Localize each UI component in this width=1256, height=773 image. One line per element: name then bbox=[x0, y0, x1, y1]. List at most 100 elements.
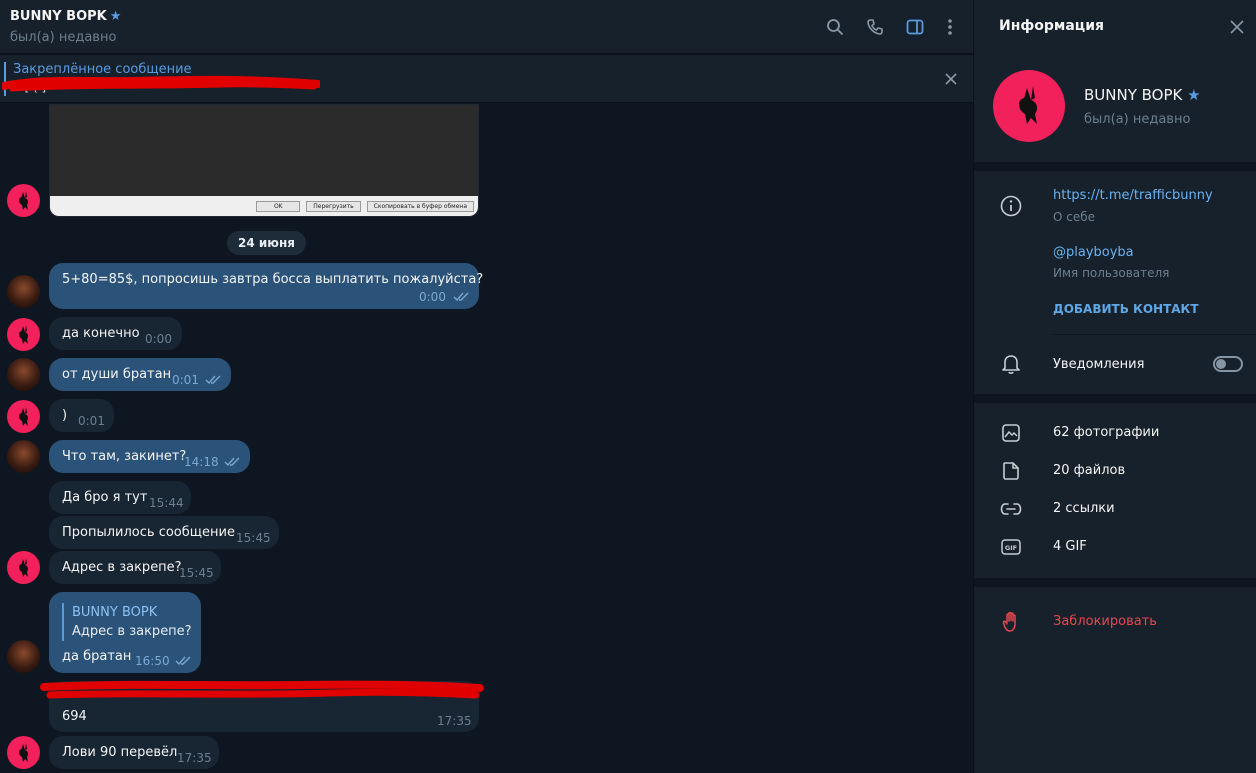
chat-status: был(а) недавно bbox=[10, 30, 117, 45]
hand-block-icon bbox=[999, 610, 1023, 634]
close-icon[interactable] bbox=[945, 70, 957, 89]
close-icon[interactable] bbox=[1230, 19, 1244, 38]
notifications-label: Уведомления bbox=[1053, 357, 1145, 372]
read-check-icon bbox=[175, 656, 191, 666]
redaction-scribble bbox=[2, 75, 320, 92]
profile-name: BUNNY BOPK ★ bbox=[1084, 86, 1201, 104]
message-text: от души братан bbox=[62, 367, 172, 382]
message-text: ) bbox=[62, 408, 68, 423]
message-time: 15:44 bbox=[149, 496, 184, 510]
avatar[interactable] bbox=[7, 736, 40, 769]
message-time: 16:50 bbox=[135, 654, 170, 668]
divider bbox=[974, 394, 1256, 403]
message-bubble[interactable]: 5+80=85$, попросишь завтра босса выплати… bbox=[49, 263, 483, 309]
message-bubble[interactable]: Да бро я тут 15:44 bbox=[49, 481, 191, 514]
read-check-icon bbox=[224, 457, 240, 467]
chat-header[interactable]: BUNNY BOPK ★ был(а) недавно bbox=[0, 0, 973, 54]
divider bbox=[974, 162, 1256, 171]
file-icon bbox=[999, 459, 1023, 483]
reply-preview[interactable]: Адрес в закрепе? bbox=[72, 624, 192, 639]
message-bubble[interactable]: BUNNY BOPK Адрес в закрепе? да братан 16… bbox=[49, 592, 201, 673]
username-link[interactable]: @playboyba bbox=[1053, 245, 1134, 260]
image-message[interactable]: OK Перегрузить Скопировать в буфер обмен… bbox=[49, 104, 479, 217]
profile-status: был(а) недавно bbox=[1084, 112, 1191, 127]
avatar[interactable] bbox=[7, 640, 40, 673]
message-time: 17:35 bbox=[177, 751, 212, 765]
message-time: 14:18 bbox=[184, 455, 219, 469]
premium-star-icon: ★ bbox=[1187, 86, 1201, 104]
avatar[interactable] bbox=[7, 400, 40, 433]
message-time: 15:45 bbox=[179, 566, 214, 580]
message-time: 15:45 bbox=[236, 531, 271, 545]
message-bubble[interactable]: Адрес в закрепе? 15:45 bbox=[49, 551, 221, 584]
bio-link[interactable]: https://t.me/trafficbunny bbox=[1053, 188, 1213, 203]
message-text: да конечно bbox=[62, 326, 140, 341]
message-text: 5+80=85$, попросишь завтра босса выплати… bbox=[62, 272, 484, 287]
gif-icon: GIF bbox=[999, 535, 1023, 559]
screenshot-reload: Перегрузить bbox=[306, 200, 361, 212]
premium-star-icon: ★ bbox=[109, 9, 122, 24]
message-text: Лови 90 перевёл bbox=[62, 745, 178, 760]
svg-text:GIF: GIF bbox=[1005, 544, 1017, 552]
screenshot-copy: Скопировать в буфер обмена bbox=[366, 200, 474, 212]
message-bubble[interactable]: ) 0:01 bbox=[49, 399, 114, 432]
avatar[interactable] bbox=[7, 275, 40, 308]
avatar[interactable] bbox=[7, 358, 40, 391]
photo-icon bbox=[999, 421, 1023, 445]
info-panel: Информация BUNNY BOPK ★ был(а) недавно h… bbox=[973, 0, 1256, 773]
message-bubble[interactable]: Пропылилось сообщение 15:45 bbox=[49, 516, 279, 549]
telegram-window: BUNNY BOPK ★ был(а) недавно Закреплённое … bbox=[0, 0, 1256, 773]
screenshot-dialog-buttons: OK Перегрузить Скопировать в буфер обмен… bbox=[50, 196, 478, 216]
message-text: да братан bbox=[62, 649, 132, 664]
message-text: Адрес в закрепе? bbox=[62, 560, 182, 575]
message-time: 0:01 bbox=[172, 373, 199, 387]
block-button[interactable]: Заблокировать bbox=[1053, 614, 1157, 629]
message-text: Да бро я тут bbox=[62, 490, 148, 505]
avatar[interactable] bbox=[7, 318, 40, 351]
avatar[interactable] bbox=[7, 440, 40, 473]
divider bbox=[1053, 334, 1256, 335]
message-bubble[interactable]: от души братан 0:01 bbox=[49, 358, 231, 391]
message-text: Что там, закинет? bbox=[62, 449, 187, 464]
reply-author[interactable]: BUNNY BOPK bbox=[72, 605, 157, 620]
link-icon bbox=[999, 497, 1023, 521]
search-icon[interactable] bbox=[825, 17, 845, 37]
username-label: Имя пользователя bbox=[1053, 266, 1170, 280]
reply-accent bbox=[62, 603, 64, 641]
media-gifs[interactable]: 4 GIF bbox=[1053, 539, 1087, 554]
read-check-icon bbox=[453, 292, 469, 302]
divider bbox=[974, 578, 1256, 587]
message-bubble[interactable]: да конечно 0:00 bbox=[49, 317, 182, 350]
message-list[interactable]: OK Перегрузить Скопировать в буфер обмен… bbox=[0, 104, 973, 773]
profile-avatar[interactable] bbox=[993, 70, 1065, 142]
chat-title[interactable]: BUNNY BOPK ★ bbox=[10, 9, 121, 24]
phone-icon[interactable] bbox=[865, 17, 885, 37]
date-separator: 24 июня bbox=[227, 231, 306, 255]
read-check-icon bbox=[205, 375, 221, 385]
add-contact-button[interactable]: ДОБАВИТЬ КОНТАКТ bbox=[1053, 302, 1199, 316]
avatar[interactable] bbox=[7, 551, 40, 584]
more-icon[interactable] bbox=[940, 17, 960, 37]
info-title: Информация bbox=[999, 18, 1104, 34]
bio-label: О себе bbox=[1053, 210, 1096, 224]
message-text: 694 bbox=[62, 709, 87, 724]
media-photos[interactable]: 62 фотографии bbox=[1053, 425, 1159, 440]
media-links[interactable]: 2 ссылки bbox=[1053, 501, 1115, 516]
message-time: 17:35 bbox=[437, 714, 472, 728]
screenshot-ok: OK bbox=[256, 200, 301, 212]
message-time: 0:01 bbox=[78, 414, 105, 428]
sidebar-toggle-icon[interactable] bbox=[905, 17, 925, 37]
message-bubble[interactable]: Лови 90 перевёл 17:35 bbox=[49, 736, 219, 769]
message-bubble[interactable]: Что там, закинет? 14:18 bbox=[49, 440, 250, 473]
message-time: 0:00 bbox=[145, 332, 172, 346]
info-icon bbox=[999, 194, 1023, 218]
notifications-toggle[interactable] bbox=[1213, 356, 1243, 372]
message-text: Пропылилось сообщение bbox=[62, 525, 235, 540]
avatar[interactable] bbox=[7, 184, 40, 217]
bell-icon bbox=[999, 352, 1023, 376]
chat-pane: BUNNY BOPK ★ был(а) недавно Закреплённое … bbox=[0, 0, 973, 773]
message-time: 0:00 bbox=[419, 290, 446, 304]
media-files[interactable]: 20 файлов bbox=[1053, 463, 1125, 478]
toggle-knob bbox=[1216, 359, 1226, 369]
redaction-scribble bbox=[40, 680, 484, 699]
